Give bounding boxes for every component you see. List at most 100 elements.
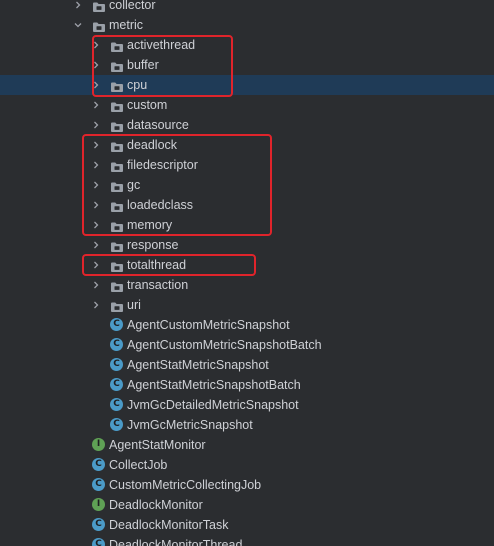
interface-icon: I xyxy=(92,498,105,511)
class-icon: C xyxy=(110,358,123,371)
chevron-down-icon[interactable] xyxy=(72,15,84,35)
folder-icon xyxy=(110,219,124,232)
tree-item-label: AgentStatMonitor xyxy=(109,438,206,452)
chevron-right-icon[interactable] xyxy=(90,295,102,315)
tree-item-label: filedescriptor xyxy=(127,158,198,172)
folder-icon xyxy=(110,99,124,112)
tree-item-DeadlockMonitor[interactable]: I DeadlockMonitor xyxy=(0,495,494,515)
tree-item-label: custom xyxy=(127,98,168,112)
chevron-right-icon[interactable] xyxy=(90,35,102,55)
tree-item-AgentStatMonitor[interactable]: I AgentStatMonitor xyxy=(0,435,494,455)
tree-folder-metric[interactable]: metric xyxy=(0,15,494,35)
tree-folder-transaction[interactable]: transaction xyxy=(0,275,494,295)
chevron-right-icon[interactable] xyxy=(72,0,84,15)
tree-item-label: activethread xyxy=(127,38,196,52)
folder-icon xyxy=(110,279,124,292)
tree-item-label: response xyxy=(127,238,179,252)
tree-item-AgentStatMetricSnapshot[interactable]: C AgentStatMetricSnapshot xyxy=(0,355,494,375)
interface-icon: I xyxy=(92,438,105,451)
tree-item-label: AgentStatMetricSnapshotBatch xyxy=(127,378,301,392)
class-icon: C xyxy=(110,378,123,391)
class-icon: C xyxy=(110,418,123,431)
folder-icon xyxy=(110,179,124,192)
chevron-right-icon[interactable] xyxy=(90,175,102,195)
tree-folder-filedescriptor[interactable]: filedescriptor xyxy=(0,155,494,175)
tree-item-label: AgentStatMetricSnapshot xyxy=(127,358,269,372)
tree-item-CustomMetricCollectingJob[interactable]: C CustomMetricCollectingJob xyxy=(0,475,494,495)
tree-item-label: cpu xyxy=(127,78,148,92)
folder-icon xyxy=(110,139,124,152)
tree-item-JvmGcMetricSnapshot[interactable]: C JvmGcMetricSnapshot xyxy=(0,415,494,435)
tree-item-label: loadedclass xyxy=(127,198,194,212)
chevron-right-icon[interactable] xyxy=(90,255,102,275)
chevron-right-icon[interactable] xyxy=(90,275,102,295)
tree-folder-activethread[interactable]: activethread xyxy=(0,35,494,55)
tree-item-CollectJob[interactable]: C CollectJob xyxy=(0,455,494,475)
folder-icon xyxy=(110,259,124,272)
tree-item-DeadlockMonitorTask[interactable]: C DeadlockMonitorTask xyxy=(0,515,494,535)
class-icon: C xyxy=(110,398,123,411)
class-icon: C xyxy=(110,338,123,351)
chevron-right-icon[interactable] xyxy=(90,95,102,115)
tree-item-AgentCustomMetricSnapshotBatch[interactable]: C AgentCustomMetricSnapshotBatch xyxy=(0,335,494,355)
class-icon: C xyxy=(92,538,105,546)
tree-item-label: JvmGcDetailedMetricSnapshot xyxy=(127,398,299,412)
tree-folder-buffer[interactable]: buffer xyxy=(0,55,494,75)
folder-icon xyxy=(110,199,124,212)
tree-item-label: memory xyxy=(127,218,173,232)
tree-item-label: gc xyxy=(127,178,141,192)
chevron-right-icon[interactable] xyxy=(90,55,102,75)
folder-icon xyxy=(110,39,124,52)
tree-item-label: buffer xyxy=(127,58,159,72)
tree-folder-response[interactable]: response xyxy=(0,235,494,255)
tree-folder-custom[interactable]: custom xyxy=(0,95,494,115)
project-tree[interactable]: collector metric activethread buffer cpu cust… xyxy=(0,0,494,546)
tree-folder-totalthread[interactable]: totalthread xyxy=(0,255,494,275)
folder-icon xyxy=(110,159,124,172)
tree-item-label: CustomMetricCollectingJob xyxy=(109,478,262,492)
folder-icon xyxy=(92,19,106,32)
tree-item-DeadlockMonitorThread[interactable]: C DeadlockMonitorThread xyxy=(0,535,494,546)
tree-item-label: AgentCustomMetricSnapshotBatch xyxy=(127,338,322,352)
chevron-right-icon[interactable] xyxy=(90,135,102,155)
tree-item-JvmGcDetailedMetricSnapshot[interactable]: C JvmGcDetailedMetricSnapshot xyxy=(0,395,494,415)
folder-icon xyxy=(110,79,124,92)
tree-item-label: datasource xyxy=(127,118,189,132)
tree-item-label: uri xyxy=(127,298,141,312)
tree-folder-uri[interactable]: uri xyxy=(0,295,494,315)
class-icon: C xyxy=(92,518,105,531)
tree-item-label: totalthread xyxy=(127,258,187,272)
folder-icon xyxy=(110,299,124,312)
folder-icon xyxy=(92,0,106,12)
tree-item-label: transaction xyxy=(127,278,189,292)
tree-item-label: CollectJob xyxy=(109,458,168,472)
tree-folder-memory[interactable]: memory xyxy=(0,215,494,235)
class-icon: C xyxy=(92,478,105,491)
tree-folder-cpu[interactable]: cpu xyxy=(0,75,494,95)
chevron-right-icon[interactable] xyxy=(90,155,102,175)
tree-item-label: collector xyxy=(109,0,156,12)
folder-icon xyxy=(110,59,124,72)
chevron-right-icon[interactable] xyxy=(90,75,102,95)
tree-item-label: deadlock xyxy=(127,138,178,152)
tree-item-label: DeadlockMonitorThread xyxy=(109,538,243,546)
chevron-right-icon[interactable] xyxy=(90,195,102,215)
tree-folder-collector[interactable]: collector xyxy=(0,0,494,15)
folder-icon xyxy=(110,239,124,252)
folder-icon xyxy=(110,119,124,132)
tree-item-label: metric xyxy=(109,18,144,32)
chevron-right-icon[interactable] xyxy=(90,115,102,135)
tree-folder-deadlock[interactable]: deadlock xyxy=(0,135,494,155)
class-icon: C xyxy=(92,458,105,471)
tree-folder-loadedclass[interactable]: loadedclass xyxy=(0,195,494,215)
tree-item-AgentStatMetricSnapshotBatch[interactable]: C AgentStatMetricSnapshotBatch xyxy=(0,375,494,395)
tree-folder-datasource[interactable]: datasource xyxy=(0,115,494,135)
tree-folder-gc[interactable]: gc xyxy=(0,175,494,195)
chevron-right-icon[interactable] xyxy=(90,215,102,235)
tree-item-AgentCustomMetricSnapshot[interactable]: C AgentCustomMetricSnapshot xyxy=(0,315,494,335)
tree-item-label: JvmGcMetricSnapshot xyxy=(127,418,253,432)
tree-item-label: DeadlockMonitorTask xyxy=(109,518,229,532)
chevron-right-icon[interactable] xyxy=(90,235,102,255)
tree-item-label: AgentCustomMetricSnapshot xyxy=(127,318,290,332)
class-icon: C xyxy=(110,318,123,331)
